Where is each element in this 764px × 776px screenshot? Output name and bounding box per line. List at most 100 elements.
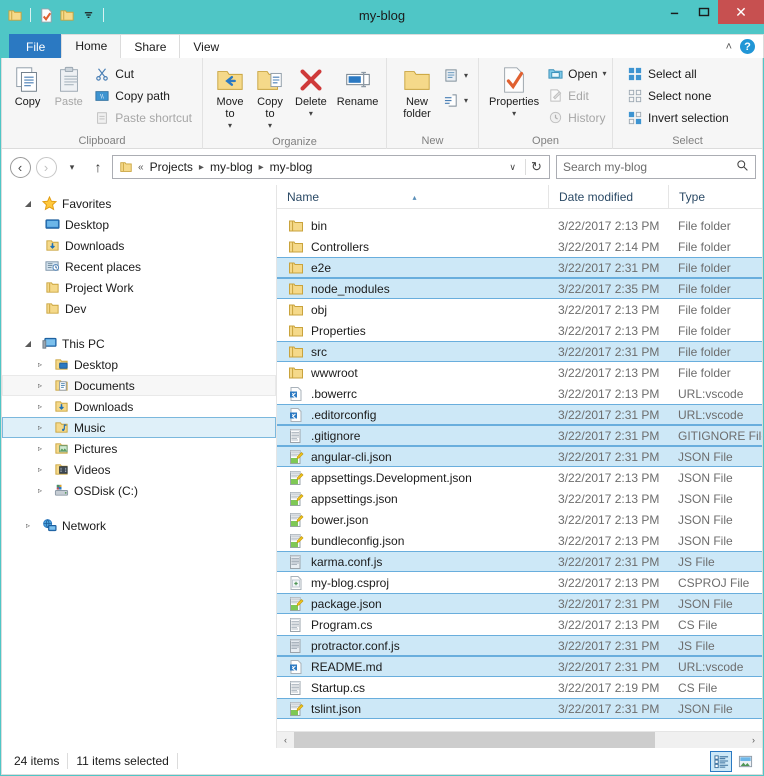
table-row[interactable]: bower.json 3/22/2017 2:13 PM JSON File (277, 509, 762, 530)
chevron-down-icon[interactable]: ▾ (512, 108, 516, 120)
expander-icon[interactable]: ▹ (32, 444, 48, 453)
sidebar-item-pc-desktop[interactable]: ▹ Desktop (2, 354, 276, 375)
paste-shortcut-button[interactable]: Paste shortcut (90, 107, 196, 128)
breadcrumb-1[interactable]: my-blog (207, 160, 256, 174)
sidebar-item-videos[interactable]: ▹ Videos (2, 459, 276, 480)
select-none-button[interactable]: Select none (623, 85, 733, 106)
help-icon[interactable]: ? (740, 39, 755, 54)
scroll-right-button[interactable]: › (745, 731, 762, 748)
scrollbar-thumb[interactable] (294, 731, 655, 748)
table-row[interactable]: Properties 3/22/2017 2:13 PM File folder (277, 320, 762, 341)
horizontal-scrollbar[interactable]: ‹ › (277, 731, 762, 748)
chevron-down-icon[interactable]: ▾ (464, 71, 468, 80)
table-row[interactable]: node_modules 3/22/2017 2:35 PM File folder (277, 278, 762, 299)
column-header-date-modified[interactable]: Date modified (548, 185, 668, 209)
sidebar-item-osdisk[interactable]: ▹ OSDisk (C:) (2, 480, 276, 501)
invert-selection-button[interactable]: Invert selection (623, 107, 733, 128)
chevron-down-icon[interactable]: ▾ (268, 120, 272, 132)
copy-to-button[interactable]: Copy to ▾ (253, 62, 287, 134)
minimize-button[interactable] (660, 0, 689, 24)
details-view-button[interactable] (710, 750, 732, 772)
table-row[interactable]: angular-cli.json 3/22/2017 2:31 PM JSON Fi… (277, 446, 762, 467)
table-row[interactable]: Program.cs 3/22/2017 2:13 PM CS File (277, 614, 762, 635)
paste-button[interactable]: Paste (49, 62, 88, 110)
collapse-ribbon-icon[interactable]: ˄ (726, 41, 732, 53)
thumbnails-view-button[interactable] (734, 751, 756, 772)
new-item-button[interactable]: ▾ (441, 65, 470, 86)
sidebar-item-pictures[interactable]: ▹ Pictures (2, 438, 276, 459)
table-row[interactable]: bin 3/22/2017 2:13 PM File folder (277, 215, 762, 236)
table-row[interactable]: Controllers 3/22/2017 2:14 PM File folder (277, 236, 762, 257)
back-button[interactable]: ‹ (8, 155, 32, 179)
chevron-down-icon[interactable]: ▾ (603, 69, 607, 78)
navigation-pane[interactable]: ◢ Favorites Desktop Downloads Recent pla… (2, 185, 277, 748)
breadcrumb-0[interactable]: Projects (147, 160, 196, 174)
table-row[interactable]: wwwroot 3/22/2017 2:13 PM File folder (277, 362, 762, 383)
sidebar-item-favorites[interactable]: ◢ Favorites (2, 193, 276, 214)
expander-icon[interactable]: ◢ (20, 339, 36, 348)
sidebar-item-this-pc[interactable]: ◢ This PC (2, 333, 276, 354)
table-row[interactable]: appsettings.json 3/22/2017 2:13 PM JSON Fi… (277, 488, 762, 509)
properties-icon[interactable] (37, 6, 55, 24)
expander-icon[interactable]: ▹ (20, 521, 36, 530)
chevron-down-icon[interactable]: ▾ (464, 96, 468, 105)
forward-button[interactable]: › (34, 155, 58, 179)
sidebar-item-pc-downloads[interactable]: ▹ Downloads (2, 396, 276, 417)
table-row[interactable]: .bowerrc 3/22/2017 2:13 PM URL:vscode (277, 383, 762, 404)
table-row[interactable]: README.md 3/22/2017 2:31 PM URL:vscode (277, 656, 762, 677)
table-row[interactable]: Startup.cs 3/22/2017 2:19 PM CS File (277, 677, 762, 698)
open-button[interactable]: Open ▾ (543, 63, 610, 84)
column-header-type[interactable]: Type (668, 185, 762, 209)
scrollbar-track[interactable] (294, 731, 745, 748)
new-folder-icon[interactable] (58, 6, 76, 24)
sidebar-item-music[interactable]: ▹ Music (2, 417, 276, 438)
new-folder-button[interactable]: New folder (395, 62, 439, 122)
expander-icon[interactable]: ▹ (32, 381, 48, 390)
tab-view[interactable]: View (179, 34, 234, 58)
expander-icon[interactable]: ▹ (32, 360, 48, 369)
sidebar-item-downloads[interactable]: Downloads (2, 235, 276, 256)
edit-button[interactable]: Edit (543, 85, 610, 106)
table-row[interactable]: my-blog.csproj 3/22/2017 2:13 PM CSPROJ Fi… (277, 572, 762, 593)
recent-locations-button[interactable]: ▾ (60, 155, 84, 179)
delete-button[interactable]: Delete ▾ (293, 62, 329, 122)
address-dropdown-icon[interactable]: ∨ (503, 162, 522, 173)
sidebar-item-project-work[interactable]: Project Work (2, 277, 276, 298)
copy-path-button[interactable]: \\ Copy path (90, 85, 196, 106)
rename-button[interactable]: Rename (335, 62, 381, 110)
table-row[interactable]: .editorconfig 3/22/2017 2:31 PM URL:vscode (277, 404, 762, 425)
copy-button[interactable]: Copy (8, 62, 47, 110)
address-breadcrumb-box[interactable]: « Projects ▸ my-blog ▸ my-blog ∨ ↻ (112, 155, 550, 179)
table-row[interactable]: package.json 3/22/2017 2:31 PM JSON File (277, 593, 762, 614)
move-to-button[interactable]: Move to ▾ (213, 62, 247, 134)
refresh-icon[interactable]: ↻ (525, 159, 547, 175)
search-input[interactable]: Search my-blog (556, 155, 756, 179)
tab-file[interactable]: File (9, 34, 63, 58)
expander-icon[interactable]: ▹ (32, 465, 48, 474)
table-row[interactable]: e2e 3/22/2017 2:31 PM File folder (277, 257, 762, 278)
table-row[interactable]: src 3/22/2017 2:31 PM File folder (277, 341, 762, 362)
chevron-down-icon[interactable]: ▾ (228, 120, 232, 132)
file-rows[interactable]: bin 3/22/2017 2:13 PM File folder Controlle… (277, 209, 762, 731)
easy-access-button[interactable]: ▾ (441, 90, 470, 111)
properties-button[interactable]: Properties ▾ (487, 62, 541, 122)
expander-icon[interactable]: ◢ (20, 199, 36, 208)
maximize-button[interactable] (689, 0, 718, 24)
chevron-down-icon[interactable] (79, 6, 97, 24)
table-row[interactable]: appsettings.Development.json 3/22/2017 2:… (277, 467, 762, 488)
breadcrumb-overflow[interactable]: « (138, 162, 144, 173)
tab-home[interactable]: Home (61, 34, 122, 58)
sidebar-item-recent-places[interactable]: Recent places (2, 256, 276, 277)
breadcrumb-2[interactable]: my-blog (267, 160, 316, 174)
table-row[interactable]: tslint.json 3/22/2017 2:31 PM JSON File (277, 698, 762, 719)
table-row[interactable]: obj 3/22/2017 2:13 PM File folder (277, 299, 762, 320)
chevron-down-icon[interactable]: ▾ (309, 108, 313, 120)
close-button[interactable]: ✕ (718, 0, 764, 24)
cut-button[interactable]: Cut (90, 63, 196, 84)
table-row[interactable]: .gitignore 3/22/2017 2:31 PM GITIGNORE Fil… (277, 425, 762, 446)
scroll-left-button[interactable]: ‹ (277, 731, 294, 748)
table-row[interactable]: karma.conf.js 3/22/2017 2:31 PM JS File (277, 551, 762, 572)
sidebar-item-dev[interactable]: Dev (2, 298, 276, 319)
select-all-button[interactable]: Select all (623, 63, 733, 84)
expander-icon[interactable]: ▹ (32, 486, 48, 495)
